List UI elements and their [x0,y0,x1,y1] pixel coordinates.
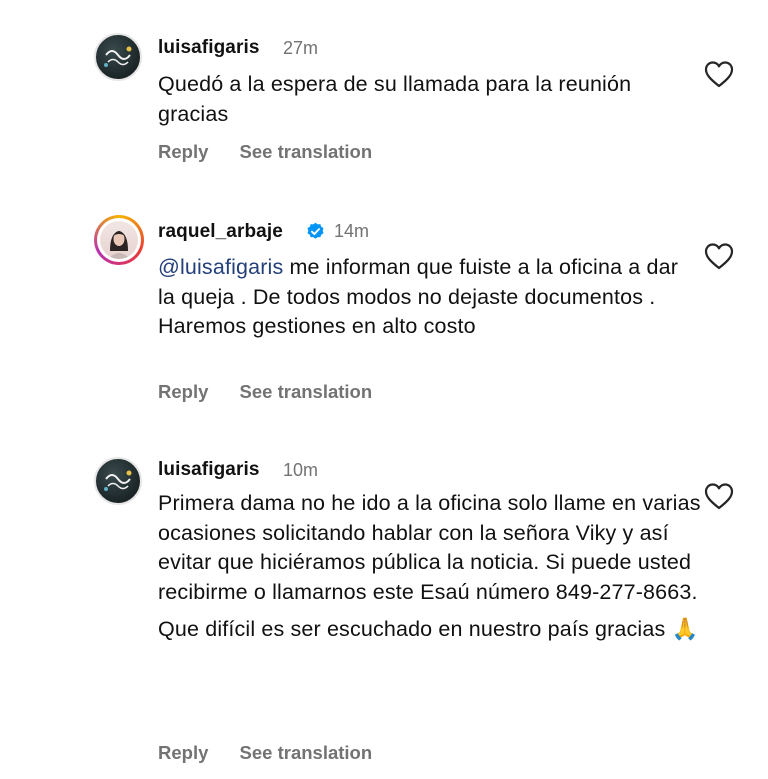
comment-timestamp: 10m [283,460,319,480]
comment-actions: Reply See translation [158,141,398,163]
verified-badge-icon [307,222,324,239]
like-heart-icon[interactable] [704,242,734,270]
see-translation-button[interactable]: See translation [240,141,373,162]
comment-text: @luisafigaris me informan que fuiste a l… [158,253,688,342]
reply-button[interactable]: Reply [158,381,208,402]
reply-button[interactable]: Reply [158,742,208,763]
username[interactable]: raquel_arbaje [158,221,283,243]
avatar[interactable] [94,215,144,265]
comment-timestamp: 14m [334,221,370,241]
comment-paragraph: Quedó a la espera de su llamada para la … [158,72,632,126]
avatar[interactable] [94,33,142,81]
comment-timestamp: 27m [283,38,319,58]
avatar-photo [100,221,138,259]
comment-paragraph: Que difícil es ser escuchado en nuestro … [158,617,699,641]
avatar-logo-icon [104,46,132,67]
see-translation-button[interactable]: See translation [240,742,373,763]
comment-text: Primera dama no he ido a la oficina solo… [158,489,703,645]
see-translation-button[interactable]: See translation [240,381,373,402]
mention-link[interactable]: @luisafigaris [158,255,283,279]
like-heart-icon[interactable] [704,482,734,510]
reply-button[interactable]: Reply [158,141,208,162]
avatar-logo-icon [104,470,132,491]
person-photo-icon [108,231,130,259]
comment-paragraph: Primera dama no he ido a la oficina solo… [158,491,701,604]
username[interactable]: luisafigaris [158,459,260,481]
comment-text: Quedó a la espera de su llamada para la … [158,70,688,129]
like-heart-icon[interactable] [704,60,734,88]
username[interactable]: luisafigaris [158,37,260,59]
comment-actions: Reply See translation [158,381,398,403]
avatar[interactable] [94,457,142,505]
comment-actions: Reply See translation [158,742,398,764]
